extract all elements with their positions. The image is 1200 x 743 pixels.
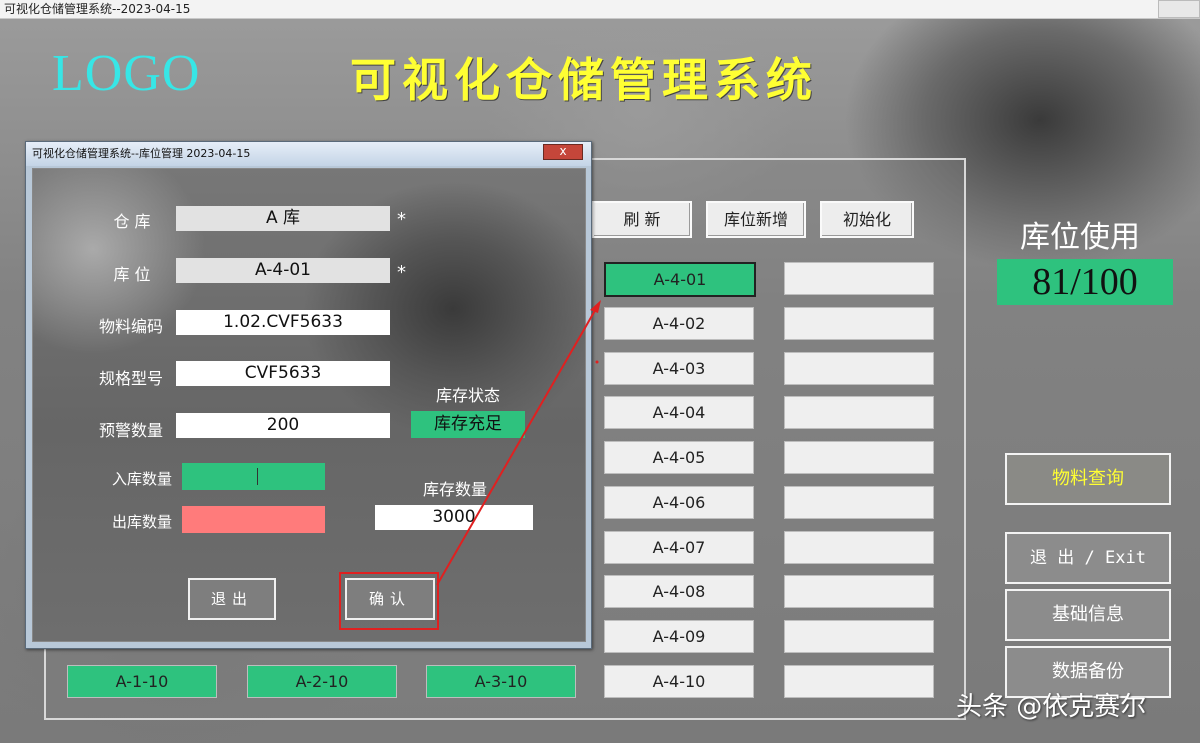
- annotation-arrow: [436, 300, 601, 586]
- watermark: 头条 @依克赛尔: [956, 692, 1147, 722]
